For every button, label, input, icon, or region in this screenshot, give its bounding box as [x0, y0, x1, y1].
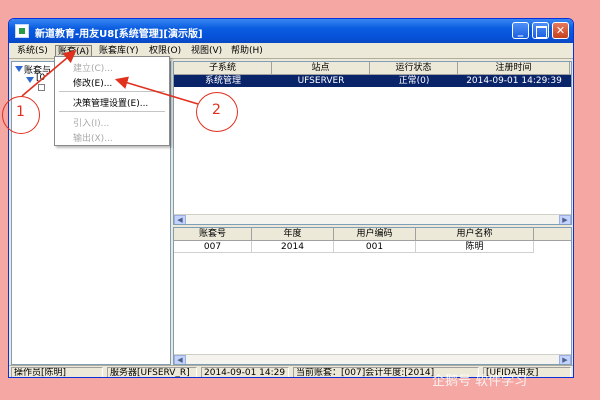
status-server: 服务器[UFSERV_R]	[107, 367, 197, 377]
scroll-right-icon[interactable]: ▶	[559, 355, 571, 364]
cell-user-name: 陈明	[416, 241, 534, 253]
tree-leaf-icon[interactable]	[38, 84, 45, 91]
scroll-left-icon[interactable]: ◀	[174, 355, 186, 364]
menu-item-modify[interactable]: 修改(E)...	[73, 76, 112, 89]
menu-view[interactable]: 视图(V)	[189, 45, 224, 58]
column-header[interactable]: 注册时间	[458, 62, 570, 74]
table-row[interactable]: 系统管理 UFSERVER 正常(0) 2014-09-01 14:29:39	[174, 75, 571, 87]
menu-separator	[59, 91, 165, 92]
cell-account: 007	[174, 241, 252, 253]
column-header[interactable]: 用户编码	[334, 228, 416, 240]
menu-item-export[interactable]: 输出(X)...	[73, 131, 113, 144]
cell-site: UFSERVER	[297, 76, 345, 86]
expand-arrow-icon[interactable]	[26, 77, 34, 83]
cell-subsystem: 系统管理	[204, 76, 241, 86]
watermark-text: 企鹅号 软件学习	[432, 374, 528, 389]
cell-time: 2014-09-01 14:29:39	[466, 76, 562, 86]
window-title: 新道教育-用友U8[系统管理][演示版]	[35, 29, 203, 40]
horizontal-scrollbar[interactable]: ◀ ▶	[174, 354, 571, 364]
running-subsystems-table: 子系统 站点 运行状态 注册时间 系统管理 UFSERVER 正常(0) 201…	[173, 61, 572, 225]
menu-item-create[interactable]: 建立(C)...	[73, 61, 113, 74]
table-header: 子系统 站点 运行状态 注册时间	[174, 62, 571, 75]
scroll-left-icon[interactable]: ◀	[174, 215, 186, 224]
column-header[interactable]: 子系统	[174, 62, 272, 74]
scroll-right-icon[interactable]: ▶	[559, 215, 571, 224]
menu-help[interactable]: 帮助(H)	[229, 45, 265, 58]
maximize-button[interactable]	[532, 22, 549, 39]
expand-arrow-icon[interactable]	[15, 66, 23, 72]
horizontal-scrollbar[interactable]: ◀ ▶	[174, 214, 571, 224]
status-datetime: 2014-09-01 14:29	[201, 367, 289, 377]
menu-separator	[59, 111, 165, 112]
status-operator: 操作员[陈明]	[11, 367, 103, 377]
online-users-table: 账套号 年度 用户编码 用户名称 007 2014 001 陈明 ◀ ▶	[173, 227, 572, 365]
column-header[interactable]: 年度	[252, 228, 334, 240]
app-icon	[15, 24, 29, 38]
column-header[interactable]: 账套号	[174, 228, 252, 240]
tree-child-node[interactable]: [0	[36, 73, 45, 83]
table-header: 账套号 年度 用户编码 用户名称	[174, 228, 571, 241]
menu-item-import[interactable]: 引入(I)...	[73, 116, 109, 129]
column-header[interactable]: 站点	[272, 62, 370, 74]
menu-system[interactable]: 系统(S)	[15, 45, 50, 58]
cell-status: 正常(0)	[398, 76, 430, 86]
cell-user-code: 001	[334, 241, 416, 253]
column-header[interactable]: 运行状态	[370, 62, 458, 74]
title-bar[interactable]: 新道教育-用友U8[系统管理][演示版] _ ✕	[9, 19, 573, 43]
column-header[interactable]: 用户名称	[416, 228, 534, 240]
minimize-button[interactable]: _	[512, 22, 529, 39]
annotation-label-1: 1	[16, 104, 25, 120]
account-dropdown-menu: 建立(C)... 修改(E)... 决策管理设置(E)... 引入(I)... …	[54, 56, 170, 146]
annotation-label-2: 2	[212, 102, 221, 118]
cell-year: 2014	[252, 241, 334, 253]
close-button[interactable]: ✕	[552, 22, 569, 39]
menu-item-decision-settings[interactable]: 决策管理设置(E)...	[73, 96, 148, 109]
table-row[interactable]: 007 2014 001 陈明	[174, 241, 571, 253]
